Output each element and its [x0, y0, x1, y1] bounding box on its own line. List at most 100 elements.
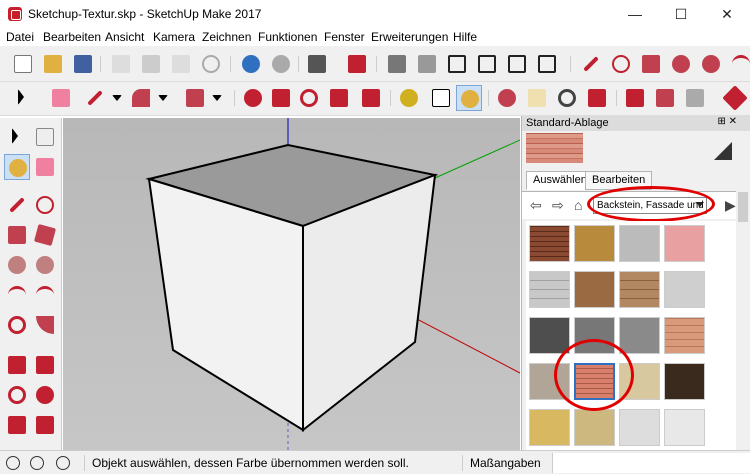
back-view-icon[interactable]	[504, 51, 530, 77]
left-view-icon[interactable]	[534, 51, 560, 77]
material-swatch[interactable]	[529, 225, 570, 262]
menu-datei[interactable]: Datei	[6, 30, 34, 44]
zoom-extents-icon[interactable]	[584, 85, 610, 111]
rectangle-tool-icon[interactable]	[4, 222, 30, 248]
followme-tool-icon[interactable]	[32, 382, 58, 408]
polygon-tool-icon[interactable]	[32, 252, 58, 278]
menu-kamera[interactable]: Kamera	[153, 30, 195, 44]
select-tool-icon[interactable]	[10, 85, 36, 111]
credits-icon[interactable]	[30, 456, 44, 470]
material-swatch[interactable]	[574, 271, 615, 308]
ruby-console-icon[interactable]	[722, 85, 748, 111]
minimize-button[interactable]: —	[612, 0, 658, 28]
right-view-icon[interactable]	[474, 51, 500, 77]
circle-tool-icon[interactable]	[668, 51, 694, 77]
component-tool-icon[interactable]	[32, 124, 58, 150]
arc-tool-icon[interactable]	[4, 282, 30, 308]
material-swatch[interactable]	[529, 271, 570, 308]
measurements-input[interactable]	[552, 453, 750, 473]
chevron-down-icon[interactable]	[104, 85, 130, 111]
material-swatch[interactable]	[574, 225, 615, 262]
polygon-tool-icon[interactable]	[698, 51, 724, 77]
material-swatch[interactable]	[619, 225, 660, 262]
select-tool-icon[interactable]	[4, 124, 30, 150]
home-icon[interactable]: ⌂	[574, 197, 582, 213]
redo-button[interactable]	[268, 51, 294, 77]
iso-view-icon[interactable]	[384, 51, 410, 77]
forward-arrow-icon[interactable]: ⇨	[552, 197, 564, 214]
front-view-icon[interactable]	[444, 51, 470, 77]
arc-tool-icon[interactable]	[728, 51, 750, 77]
model-viewport[interactable]	[63, 118, 520, 450]
copy-button[interactable]	[138, 51, 164, 77]
rotate-tool-icon[interactable]	[296, 85, 322, 111]
menu-erweiterungen[interactable]: Erweiterungen	[371, 30, 448, 44]
save-button[interactable]	[70, 51, 96, 77]
paint-bucket-icon[interactable]	[4, 154, 30, 180]
arc-2pt-tool-icon[interactable]	[32, 282, 58, 308]
menu-zeichnen[interactable]: Zeichnen	[202, 30, 251, 44]
paste-button[interactable]	[168, 51, 194, 77]
extension-warehouse-icon[interactable]	[652, 85, 678, 111]
chevron-down-icon[interactable]	[204, 85, 230, 111]
undo-button[interactable]	[238, 51, 264, 77]
menu-hilfe[interactable]: Hilfe	[453, 30, 477, 44]
eraser-tool-icon[interactable]	[32, 154, 58, 180]
rotate-tool-icon[interactable]	[4, 382, 30, 408]
zoom-tool-icon[interactable]	[554, 85, 580, 111]
rotated-rect-tool-icon[interactable]	[32, 222, 58, 248]
material-swatch[interactable]	[619, 409, 660, 446]
menu-bearbeiten[interactable]: Bearbeiten	[43, 30, 101, 44]
pushpull-tool-icon[interactable]	[326, 85, 352, 111]
tab-auswaehlen[interactable]: Auswählen	[526, 171, 594, 190]
create-material-icon[interactable]	[714, 132, 732, 162]
material-swatch[interactable]	[529, 409, 570, 446]
open-file-button[interactable]	[40, 51, 66, 77]
instructor-icon[interactable]	[56, 456, 70, 470]
eraser-tool-icon[interactable]	[48, 85, 74, 111]
text-tool-icon[interactable]	[428, 85, 454, 111]
freehand-tool-icon[interactable]	[32, 192, 58, 218]
print-button[interactable]	[304, 51, 330, 77]
warehouse-icon[interactable]	[622, 85, 648, 111]
material-swatch[interactable]	[529, 317, 570, 354]
geo-location-icon[interactable]	[6, 456, 20, 470]
line-tool-icon[interactable]	[578, 51, 604, 77]
pushpull-tool-icon[interactable]	[32, 352, 58, 378]
material-swatch[interactable]	[664, 363, 705, 400]
material-swatch[interactable]	[664, 317, 705, 354]
orbit-tool-icon[interactable]	[494, 85, 520, 111]
tray-pin-close[interactable]: ⊞ ✕	[717, 116, 737, 127]
circle-tool-icon[interactable]	[4, 252, 30, 278]
material-swatch[interactable]	[574, 409, 615, 446]
erase-button[interactable]	[198, 51, 224, 77]
freehand-tool-icon[interactable]	[608, 51, 634, 77]
pan-tool-icon[interactable]	[524, 85, 550, 111]
chevron-down-icon[interactable]	[150, 85, 176, 111]
menu-funktionen[interactable]: Funktionen	[258, 30, 317, 44]
paint-bucket-icon[interactable]	[456, 85, 482, 111]
new-file-button[interactable]	[10, 51, 36, 77]
move-arrows-icon[interactable]	[268, 85, 294, 111]
material-swatch[interactable]	[664, 271, 705, 308]
menu-ansicht[interactable]: Ansicht	[105, 30, 144, 44]
move-tool-icon[interactable]	[240, 85, 266, 111]
scale-tool-icon[interactable]	[358, 85, 384, 111]
cut-button[interactable]	[108, 51, 134, 77]
material-swatch[interactable]	[619, 271, 660, 308]
maximize-button[interactable]: ☐	[658, 0, 704, 28]
material-swatch[interactable]	[619, 317, 660, 354]
pie-tool-icon[interactable]	[32, 312, 58, 338]
share-model-icon[interactable]	[682, 85, 708, 111]
material-swatch[interactable]	[664, 409, 705, 446]
material-swatch[interactable]	[664, 225, 705, 262]
scale-tool-icon[interactable]	[4, 412, 30, 438]
rectangle-tool-icon[interactable]	[638, 51, 664, 77]
menu-fenster[interactable]: Fenster	[324, 30, 365, 44]
offset-tool-icon[interactable]	[32, 412, 58, 438]
details-arrow-icon[interactable]: ▶	[725, 197, 736, 214]
arc-3pt-tool-icon[interactable]	[4, 312, 30, 338]
close-button[interactable]: ✕	[704, 0, 750, 28]
line-tool-icon[interactable]	[4, 192, 30, 218]
top-view-icon[interactable]	[414, 51, 440, 77]
